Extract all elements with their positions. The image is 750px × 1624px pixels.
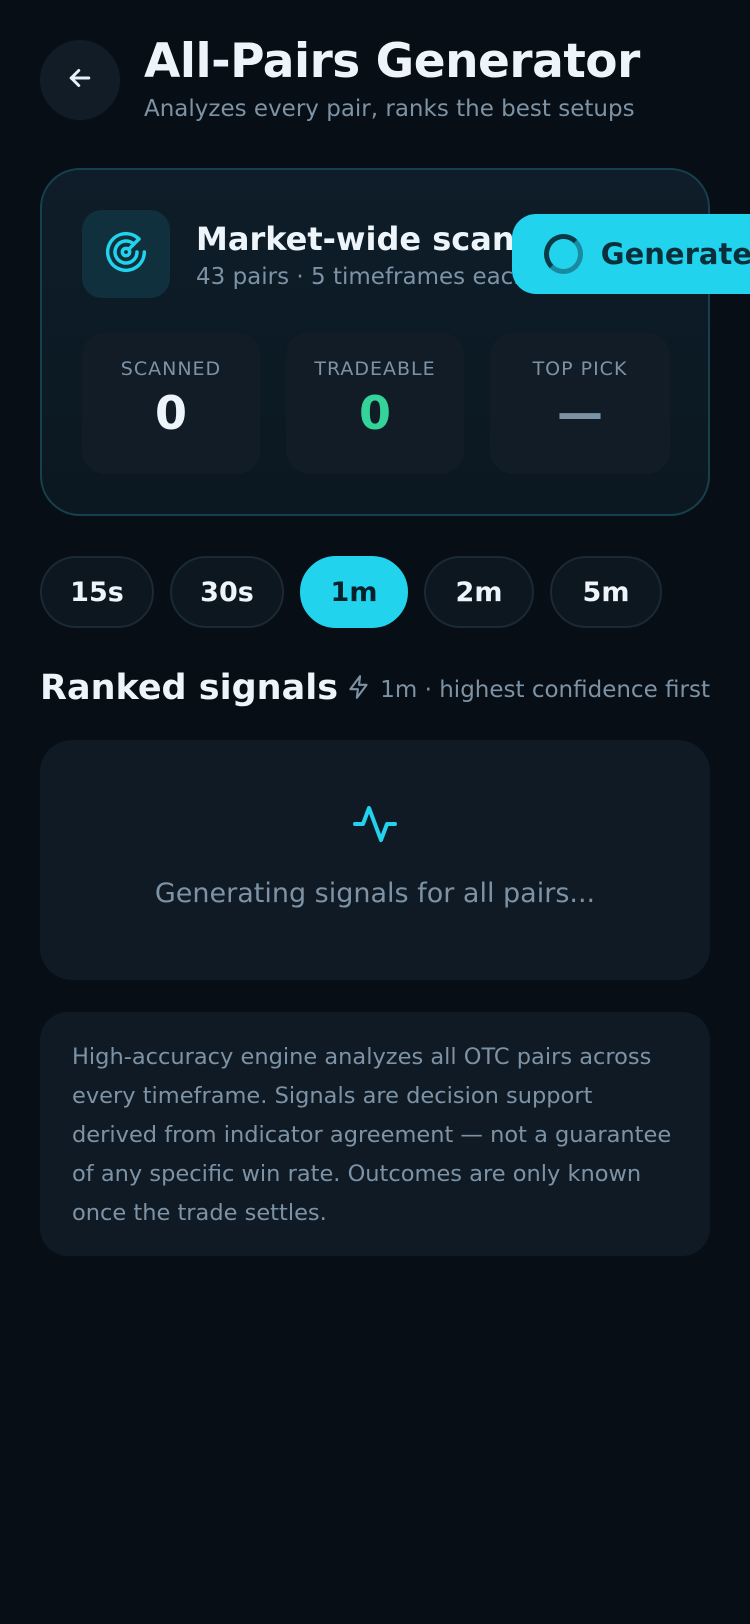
stat-top-pick: TOP PICK — xyxy=(490,332,670,474)
signals-empty-state: Generating signals for all pairs... xyxy=(40,740,710,980)
timeframe-chip-1m[interactable]: 1m xyxy=(300,556,408,628)
generate-button[interactable]: Generate xyxy=(512,214,750,294)
stat-value: 0 xyxy=(358,386,391,440)
stat-tradeable: TRADEABLE 0 xyxy=(286,332,464,474)
arrow-left-icon xyxy=(65,63,95,97)
stat-scanned: SCANNED 0 xyxy=(82,332,260,474)
pulse-icon xyxy=(351,800,399,852)
generate-label: Generate xyxy=(600,237,750,271)
timeframe-chip-30s[interactable]: 30s xyxy=(170,556,284,628)
timeframe-chip-5m[interactable]: 5m xyxy=(550,556,662,628)
disclaimer-card: High-accuracy engine analyzes all OTC pa… xyxy=(40,1012,710,1256)
scan-title: Market-wide scan xyxy=(196,220,515,258)
radar-icon xyxy=(104,230,148,278)
ranked-meta-text: 1m · highest confidence first xyxy=(380,677,710,703)
empty-state-message: Generating signals for all pairs... xyxy=(154,878,596,909)
scan-icon-box xyxy=(82,210,170,298)
ranked-signals-meta: 1m · highest confidence first xyxy=(346,674,710,706)
all-pairs-generator-screen: All-Pairs Generator Analyzes every pair,… xyxy=(0,0,750,1624)
page-subtitle: Analyzes every pair, ranks the best setu… xyxy=(144,96,635,122)
scan-subtitle: 43 pairs · 5 timeframes each xyxy=(196,264,528,290)
lightning-icon xyxy=(346,674,380,706)
stat-value: 0 xyxy=(154,386,187,440)
ranked-signals-title: Ranked signals xyxy=(40,668,339,708)
disclaimer-text: High-accuracy engine analyzes all OTC pa… xyxy=(72,1044,672,1226)
back-button[interactable] xyxy=(40,40,120,120)
market-scan-card: Market-wide scan 43 pairs · 5 timeframes… xyxy=(40,168,750,516)
stat-label: TOP PICK xyxy=(532,358,628,380)
timeframe-chip-2m[interactable]: 2m xyxy=(424,556,534,628)
timeframe-chip-15s[interactable]: 15s xyxy=(40,556,154,628)
stat-label: SCANNED xyxy=(120,358,222,380)
page-title: All-Pairs Generator xyxy=(144,34,640,89)
loading-spinner-icon xyxy=(544,234,583,274)
stat-value: — xyxy=(557,386,603,440)
stat-label: TRADEABLE xyxy=(314,358,436,380)
